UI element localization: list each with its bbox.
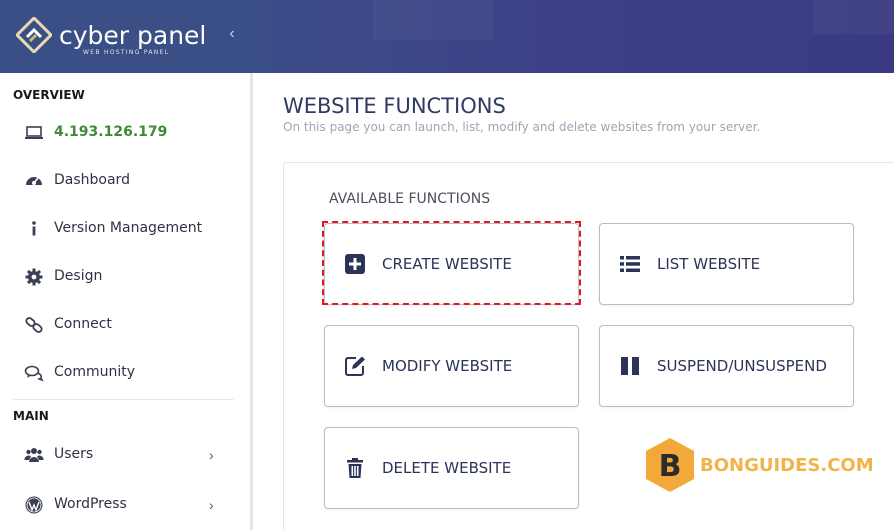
- sidebar-item-wordpress[interactable]: WordPress ›: [0, 485, 250, 525]
- function-label: SUSPEND/UNSUSPEND: [657, 357, 827, 375]
- sidebar-item-ip[interactable]: 4.193.126.179: [0, 113, 250, 153]
- function-label: LIST WEBSITE: [657, 255, 761, 273]
- sidebar-divider: [13, 399, 234, 400]
- dashboard-gauge-icon: [26, 177, 42, 185]
- page-title: WEBSITE FUNCTIONS: [283, 94, 506, 118]
- list-website-button[interactable]: LIST WEBSITE: [599, 223, 854, 305]
- brand-tagline: WEB HOSTING PANEL: [83, 49, 170, 56]
- edit-icon: [345, 356, 365, 376]
- laptop-icon: [25, 126, 43, 139]
- brand-name: cyber panel: [59, 21, 207, 50]
- watermark-text: BONGUIDES.COM: [700, 455, 874, 476]
- sidebar-item-connect[interactable]: Connect: [0, 305, 250, 345]
- pause-icon: [621, 357, 639, 375]
- chevron-right-icon: ›: [209, 447, 214, 463]
- highlight-box: [322, 221, 581, 305]
- sidebar-item-label: 4.193.126.179: [54, 124, 168, 140]
- link-icon: [25, 317, 43, 333]
- top-header-bar: [253, 0, 894, 73]
- sidebar: cyber panel WEB HOSTING PANEL ‹ OVERVIEW…: [0, 0, 253, 530]
- wordpress-icon: [25, 496, 43, 514]
- sidebar-item-label: Design: [54, 268, 103, 284]
- sidebar-item-label: Community: [54, 364, 136, 380]
- chat-bubbles-icon: [24, 365, 44, 382]
- suspend-unsuspend-button[interactable]: SUSPEND/UNSUSPEND: [599, 325, 854, 407]
- chevron-right-icon: ›: [209, 497, 214, 513]
- sidebar-item-community[interactable]: Community: [0, 353, 250, 393]
- page-subtitle: On this page you can launch, list, modif…: [283, 120, 761, 134]
- sidebar-item-dashboard[interactable]: Dashboard: [0, 161, 250, 201]
- modify-website-button[interactable]: MODIFY WEBSITE: [324, 325, 579, 407]
- users-icon: [24, 448, 44, 462]
- info-icon: [32, 221, 36, 236]
- function-label: DELETE WEBSITE: [382, 459, 512, 477]
- sidebar-item-version-management[interactable]: Version Management: [0, 209, 250, 249]
- cyberpanel-logo-icon: [16, 17, 52, 53]
- delete-website-button[interactable]: DELETE WEBSITE: [324, 427, 579, 509]
- section-label-main: MAIN: [13, 409, 49, 423]
- chevron-left-icon[interactable]: ‹: [224, 24, 240, 44]
- sidebar-item-users[interactable]: Users ›: [0, 435, 250, 475]
- sidebar-item-label: Dashboard: [54, 172, 130, 188]
- sidebar-item-label: Users: [54, 446, 94, 462]
- bonguides-logo-icon: B: [646, 438, 694, 492]
- gear-icon: [25, 268, 43, 286]
- function-label: MODIFY WEBSITE: [382, 357, 513, 375]
- sidebar-item-label: Version Management: [54, 220, 203, 236]
- header-decoration: [373, 0, 493, 40]
- section-label-overview: OVERVIEW: [13, 88, 85, 102]
- sidebar-item-label: Connect: [54, 316, 112, 332]
- brand-header: cyber panel WEB HOSTING PANEL ‹: [0, 0, 253, 73]
- panel-title: AVAILABLE FUNCTIONS: [329, 191, 491, 207]
- watermark-letter: B: [659, 449, 682, 484]
- header-decoration: [813, 0, 894, 34]
- trash-icon: [347, 458, 363, 478]
- list-icon: [620, 256, 640, 272]
- sidebar-item-label: WordPress: [54, 496, 127, 512]
- sidebar-item-design[interactable]: Design: [0, 257, 250, 297]
